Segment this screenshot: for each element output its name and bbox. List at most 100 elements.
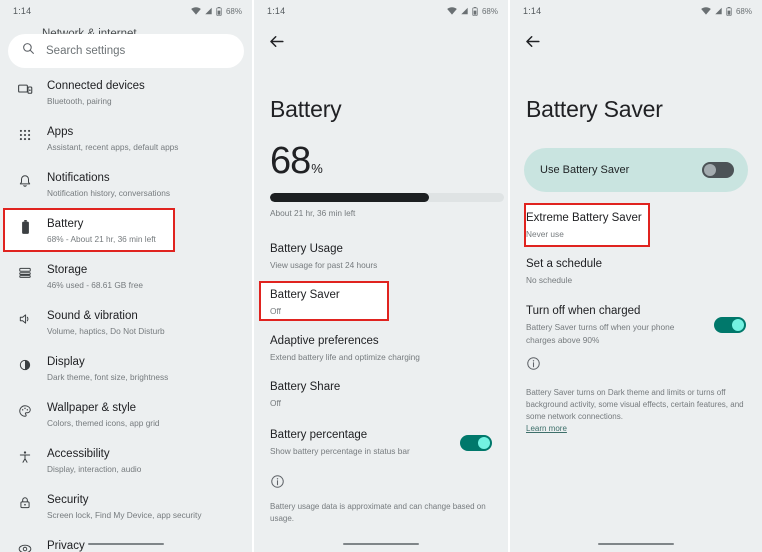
sidebar-item-title: Wallpaper & style <box>47 402 137 414</box>
status-icons: 68% <box>447 6 498 16</box>
battery-level-bar <box>270 193 504 202</box>
sidebar-item-title: Display <box>47 356 85 368</box>
battery-level-symbol: % <box>311 161 323 176</box>
status-bar: 1:14 68% <box>254 0 508 22</box>
screenshot-root: 1:14 68% Network & internet Search setti… <box>0 0 762 552</box>
list-item-title: Battery Saver <box>270 289 340 301</box>
settings-items-list: Connected devices Bluetooth, pairing App… <box>0 70 252 552</box>
cell-signal-icon <box>714 7 723 15</box>
search-icon <box>22 42 35 60</box>
use-battery-saver-toggle[interactable] <box>702 162 734 178</box>
privacy-icon <box>12 537 38 552</box>
sidebar-item-title: Sound & vibration <box>47 310 138 322</box>
list-item-subtitle: Extend battery life and optimize chargin… <box>270 352 420 362</box>
list-item-battery-percentage[interactable]: Battery percentage Show battery percenta… <box>254 420 508 466</box>
battery-time-remaining: About 21 hr, 36 min left <box>270 208 356 218</box>
accessibility-icon <box>12 445 38 464</box>
sidebar-item-security[interactable]: Security Screen lock, Find My Device, ap… <box>0 484 252 530</box>
list-item-turn-off-when-charged[interactable]: Turn off when charged Battery Saver turn… <box>510 297 762 353</box>
status-bar: 1:14 68% <box>510 0 762 22</box>
bell-icon <box>12 169 38 188</box>
sidebar-item-accessibility[interactable]: Accessibility Display, interaction, audi… <box>0 438 252 484</box>
list-item-title: Adaptive preferences <box>270 335 379 347</box>
list-item-adaptive-preferences[interactable]: Adaptive preferences Extend battery life… <box>254 328 508 374</box>
battery-icon <box>472 6 478 16</box>
sidebar-item-title: Storage <box>47 264 88 276</box>
sound-icon <box>12 307 38 326</box>
page-title: Battery Saver <box>526 96 663 122</box>
cell-signal-icon <box>204 7 213 15</box>
search-settings-bar[interactable]: Search settings <box>8 34 244 68</box>
info-icon <box>526 356 541 376</box>
sidebar-item-display[interactable]: Display Dark theme, font size, brightnes… <box>0 346 252 392</box>
arrow-back-icon[interactable] <box>523 32 547 56</box>
sidebar-item-title: Connected devices <box>47 80 145 92</box>
sidebar-item-subtitle: Notification history, conversations <box>47 188 170 198</box>
sidebar-item-sound-vibration[interactable]: Sound & vibration Volume, haptics, Do No… <box>0 300 252 346</box>
sidebar-item-wallpaper-style[interactable]: Wallpaper & style Colors, themed icons, … <box>0 392 252 438</box>
list-item-battery-saver[interactable]: Battery Saver Off <box>254 282 508 328</box>
battery-options-list: Battery Usage View usage for past 24 hou… <box>254 236 508 466</box>
sidebar-item-battery[interactable]: Battery 68% - About 21 hr, 36 min left <box>0 208 252 254</box>
battery-footnote: Battery usage data is approximate and ca… <box>270 502 486 523</box>
status-battery-percent: 68% <box>225 6 242 16</box>
battery-screen: 1:14 68% Battery 68 % About 21 hr, 36 mi… <box>254 0 508 552</box>
wifi-icon <box>447 7 457 15</box>
sidebar-item-title: Apps <box>47 126 74 138</box>
list-item-subtitle: Off <box>270 398 281 408</box>
sidebar-item-subtitle: Screen lock, Find My Device, app securit… <box>47 510 202 520</box>
sidebar-item-notifications[interactable]: Notifications Notification history, conv… <box>0 162 252 208</box>
list-item-title: Extreme Battery Saver <box>526 212 642 224</box>
sidebar-item-subtitle: 68% - About 21 hr, 36 min left <box>47 234 156 244</box>
sidebar-item-title: Accessibility <box>47 448 110 460</box>
info-icon <box>270 474 285 494</box>
list-item-battery-share[interactable]: Battery Share Off <box>254 374 508 420</box>
wifi-icon <box>701 7 711 15</box>
status-bar: 1:14 68% <box>0 0 252 22</box>
sidebar-item-title: Notifications <box>47 172 110 184</box>
lock-icon <box>12 491 38 510</box>
battery-percentage-toggle[interactable] <box>460 435 492 451</box>
sidebar-item-connected-devices[interactable]: Connected devices Bluetooth, pairing <box>0 70 252 116</box>
palette-icon <box>12 399 38 418</box>
gesture-nav-bar[interactable] <box>343 542 419 545</box>
list-item-extreme-battery-saver[interactable]: Extreme Battery Saver Never use <box>510 205 762 251</box>
status-time: 1:14 <box>267 6 286 16</box>
sidebar-item-title: Battery <box>47 218 84 230</box>
arrow-back-icon[interactable] <box>267 32 291 56</box>
list-item-battery-usage[interactable]: Battery Usage View usage for past 24 hou… <box>254 236 508 282</box>
sidebar-item-title: Privacy <box>47 540 85 552</box>
list-item-set-a-schedule[interactable]: Set a schedule No schedule <box>510 251 762 297</box>
sidebar-item-subtitle: 46% used - 68.61 GB free <box>47 280 143 290</box>
battery-level-number: 68 <box>270 140 311 182</box>
wifi-icon <box>191 7 201 15</box>
battery-level-bar-fill <box>270 193 430 202</box>
sidebar-item-subtitle: Colors, themed icons, app grid <box>47 418 160 428</box>
gesture-nav-bar[interactable] <box>598 542 674 545</box>
list-item-title: Battery Share <box>270 381 341 393</box>
use-battery-saver-card[interactable]: Use Battery Saver <box>524 148 748 192</box>
sidebar-item-storage[interactable]: Storage 46% used - 68.61 GB free <box>0 254 252 300</box>
sidebar-item-subtitle: Bluetooth, pairing <box>47 96 112 106</box>
list-item-subtitle: View usage for past 24 hours <box>270 260 378 270</box>
learn-more-link[interactable]: Learn more <box>526 424 567 433</box>
status-icons: 68% <box>191 6 242 16</box>
page-title: Battery <box>270 96 342 122</box>
status-time: 1:14 <box>523 6 542 16</box>
turn-off-when-charged-toggle[interactable] <box>714 317 746 333</box>
use-battery-saver-label: Use Battery Saver <box>540 164 630 176</box>
storage-icon <box>12 261 38 280</box>
sidebar-item-privacy[interactable]: Privacy <box>0 530 252 552</box>
sidebar-item-apps[interactable]: Apps Assistant, recent apps, default app… <box>0 116 252 162</box>
status-battery-percent: 68% <box>481 6 498 16</box>
battery-level-display: 68 % <box>270 140 323 183</box>
search-input[interactable]: Search settings <box>46 45 125 57</box>
status-time: 1:14 <box>13 6 32 16</box>
list-item-title: Set a schedule <box>526 258 603 270</box>
list-item-subtitle: Battery Saver turns off when your phone … <box>526 321 675 345</box>
gesture-nav-bar[interactable] <box>88 542 164 545</box>
sidebar-item-title: Security <box>47 494 89 506</box>
list-item-subtitle: Show battery percentage in status bar <box>270 446 410 456</box>
display-brightness-icon <box>12 353 38 372</box>
sidebar-item-subtitle: Display, interaction, audio <box>47 464 142 474</box>
